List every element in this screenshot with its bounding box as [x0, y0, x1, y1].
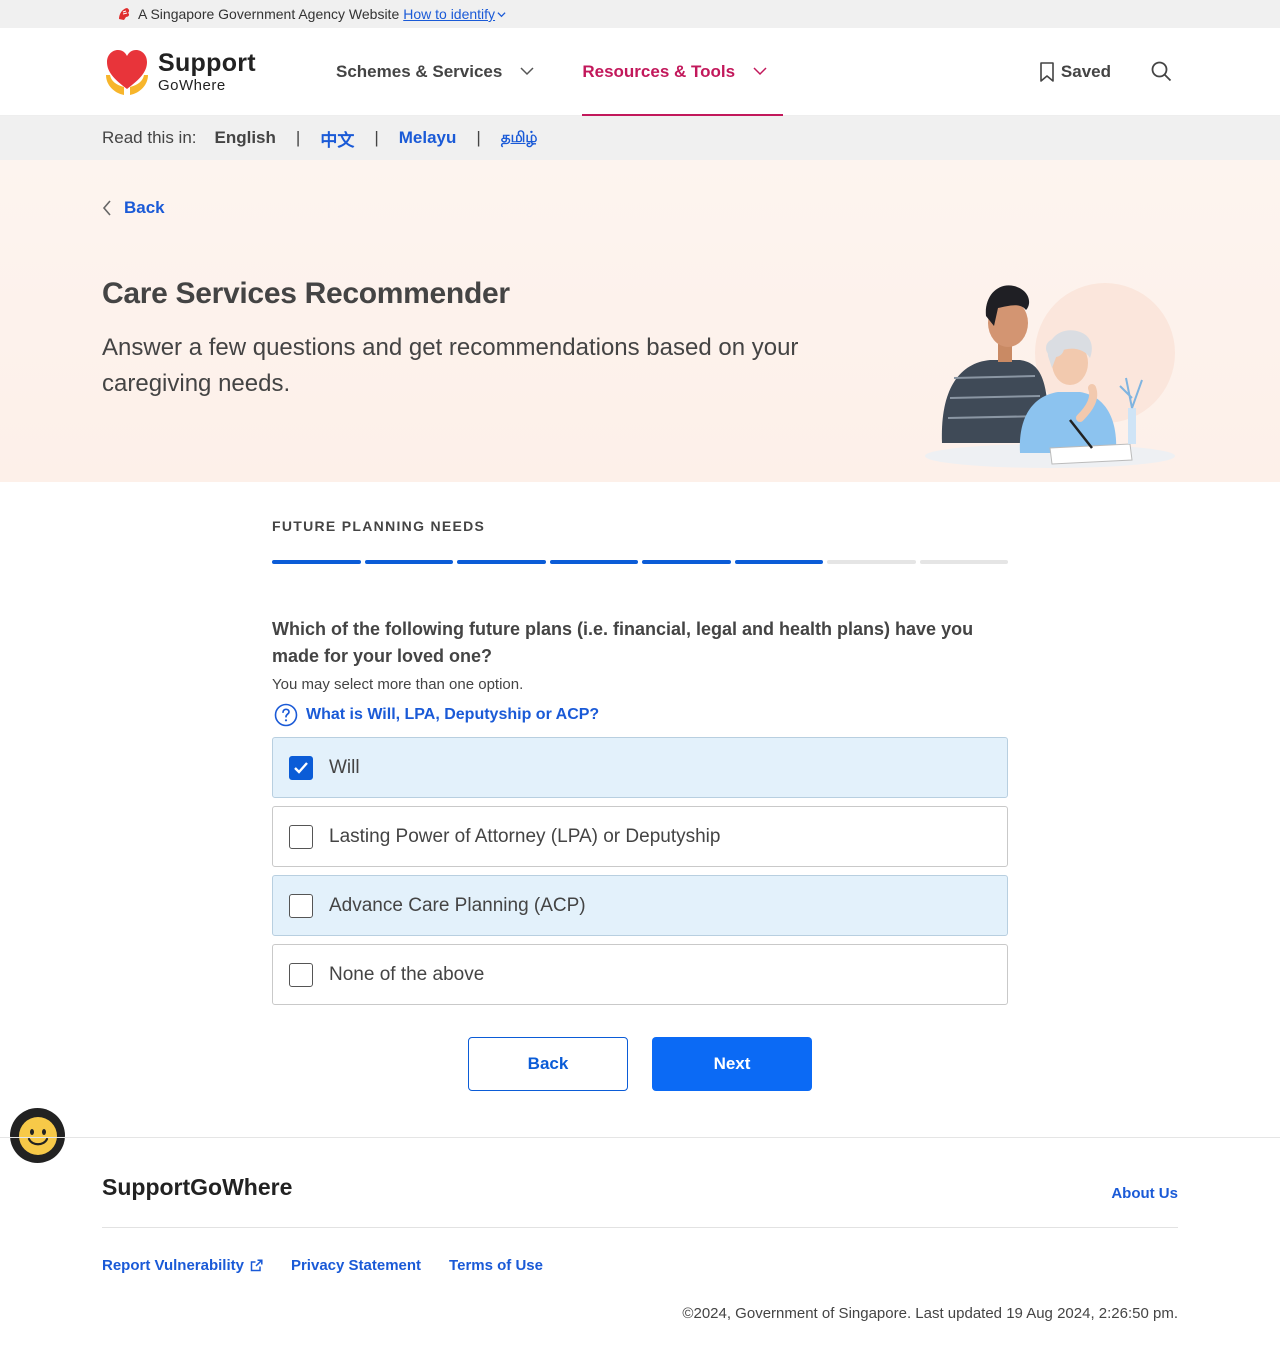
- progress-segment: [549, 560, 638, 564]
- chevron-down-icon: [497, 11, 506, 17]
- nav-resources-tools[interactable]: Resources & Tools: [582, 28, 783, 116]
- option-lpa[interactable]: Lasting Power of Attorney (LPA) or Deput…: [272, 806, 1008, 867]
- nav-resources-label: Resources & Tools: [582, 61, 736, 81]
- checkbox[interactable]: [289, 962, 313, 987]
- report-vulnerability-label: Report Vulnerability: [102, 1257, 244, 1274]
- footer-brand: SupportGoWhere: [102, 1174, 293, 1200]
- terms-of-use-link[interactable]: Terms of Use: [449, 1257, 543, 1274]
- search-button[interactable]: [1151, 61, 1172, 82]
- singapore-lion-icon: [119, 8, 130, 20]
- next-button[interactable]: Next: [652, 1037, 812, 1091]
- progress-bar: [272, 560, 1008, 564]
- report-vulnerability-link[interactable]: Report Vulnerability: [102, 1257, 263, 1274]
- about-us-link[interactable]: About Us: [1111, 1185, 1178, 1202]
- copyright-text: ©2024, Government of Singapore. Last upd…: [682, 1305, 1178, 1322]
- help-link[interactable]: What is Will, LPA, Deputyship or ACP?: [274, 703, 1008, 727]
- checkmark-icon: [294, 761, 308, 774]
- lang-separator: |: [295, 128, 301, 147]
- progress-segment: [457, 560, 546, 564]
- site-footer: SupportGoWhere About Us Report Vulnerabi…: [0, 1137, 1280, 1322]
- checkbox-checked[interactable]: [289, 755, 313, 780]
- checkbox[interactable]: [289, 893, 313, 918]
- chevron-left-icon: [102, 200, 111, 216]
- footer-divider: [102, 1227, 1178, 1228]
- external-link-icon: [250, 1259, 263, 1272]
- lang-tamil[interactable]: தமிழ்: [501, 129, 538, 148]
- lang-chinese[interactable]: 中文: [320, 126, 354, 151]
- how-to-identify-link[interactable]: How to identify: [403, 6, 495, 22]
- lang-separator: |: [476, 128, 481, 147]
- back-link-label: Back: [124, 198, 165, 217]
- gov-masthead: A Singapore Government Agency Website Ho…: [0, 0, 1280, 28]
- option-label: None of the above: [329, 963, 485, 985]
- nav-schemes-services[interactable]: Schemes & Services: [336, 28, 550, 116]
- privacy-statement-link[interactable]: Privacy Statement: [291, 1257, 421, 1274]
- chevron-down-icon: [520, 67, 534, 76]
- language-label: Read this in:: [102, 128, 197, 147]
- progress-segment: [827, 560, 916, 564]
- saved-button[interactable]: Saved: [1039, 62, 1111, 82]
- progress-segment: [642, 560, 731, 564]
- footer-links: Report Vulnerability Privacy Statement T…: [102, 1257, 571, 1274]
- search-icon: [1151, 61, 1172, 82]
- progress-segment: [364, 560, 453, 564]
- smiley-icon: [18, 1116, 57, 1155]
- question-circle-icon: [274, 703, 298, 727]
- nav-schemes-label: Schemes & Services: [336, 61, 503, 81]
- logo-title: Support: [158, 48, 256, 77]
- saved-label: Saved: [1060, 61, 1111, 81]
- hero-banner: Back Care Services Recommender Answer a …: [0, 160, 1280, 482]
- back-link[interactable]: Back: [102, 198, 165, 218]
- options-list: Will Lasting Power of Attorney (LPA) or …: [272, 737, 1008, 1005]
- question-hint: You may select more than one option.: [272, 676, 524, 693]
- bookmark-icon: [1040, 61, 1054, 82]
- section-title: FUTURE PLANNING NEEDS: [272, 518, 486, 534]
- option-will[interactable]: Will: [272, 737, 1008, 798]
- heart-hands-logo-icon: [106, 49, 148, 95]
- main-nav: Schemes & Services Resources & Tools: [336, 28, 815, 116]
- lang-separator: |: [374, 128, 379, 147]
- recommender-form: FUTURE PLANNING NEEDS Which of the follo…: [272, 483, 1008, 1091]
- option-label: Will: [329, 756, 360, 778]
- masthead-text: A Singapore Government Agency Website: [138, 6, 400, 22]
- option-label: Advance Care Planning (ACP): [329, 894, 586, 916]
- lang-malay[interactable]: Melayu: [399, 128, 457, 148]
- progress-segment: [734, 560, 823, 564]
- checkbox[interactable]: [289, 824, 313, 849]
- option-none[interactable]: None of the above: [272, 944, 1008, 1005]
- question-text: Which of the following future plans (i.e…: [272, 619, 974, 666]
- logo-subtitle: GoWhere: [158, 76, 226, 94]
- site-header: Support GoWhere Schemes & Services Resou…: [0, 28, 1280, 116]
- option-acp[interactable]: Advance Care Planning (ACP): [272, 875, 1008, 936]
- progress-segment: [272, 560, 361, 564]
- back-button[interactable]: Back: [468, 1037, 628, 1091]
- caregiver-illustration: [925, 283, 1175, 468]
- page-subtitle: Answer a few questions and get recommend…: [102, 334, 799, 397]
- form-buttons: Back Next: [272, 1037, 1008, 1091]
- lang-english: English: [214, 128, 276, 147]
- help-link-label: What is Will, LPA, Deputyship or ACP?: [306, 706, 600, 723]
- feedback-button[interactable]: [10, 1108, 65, 1163]
- page-title: Care Services Recommender: [102, 277, 510, 310]
- language-bar: Read this in: English | 中文 | Melayu | தம…: [0, 116, 1280, 160]
- option-label: Lasting Power of Attorney (LPA) or Deput…: [329, 825, 721, 847]
- progress-segment: [919, 560, 1008, 564]
- chevron-down-icon: [753, 67, 767, 76]
- supportgowhere-logo[interactable]: Support GoWhere: [102, 47, 336, 97]
